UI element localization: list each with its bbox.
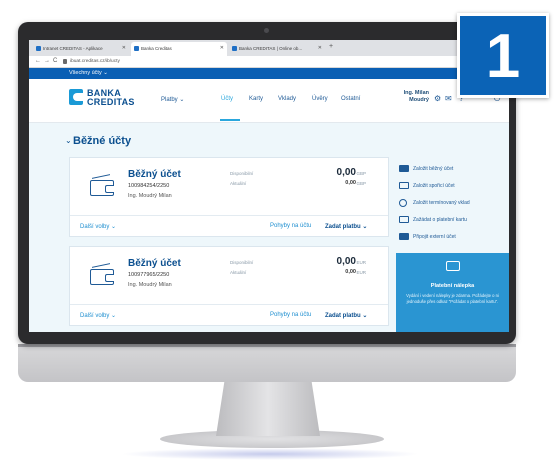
favicon-icon bbox=[232, 46, 237, 51]
browser-tabbar: Intranet CREDITAS - Aplikace ✕ Banka Cre… bbox=[29, 40, 509, 56]
reload-icon[interactable]: C bbox=[53, 58, 57, 64]
nav-loans[interactable]: Úvěry bbox=[312, 96, 328, 102]
monitor-stand bbox=[216, 382, 320, 436]
back-icon[interactable]: ← bbox=[35, 58, 41, 64]
movements-link[interactable]: Pohyby na účtu bbox=[270, 223, 311, 229]
promo-panel[interactable]: Platební nálepka Vydání i vedení nálepky… bbox=[396, 253, 509, 332]
card-icon bbox=[399, 216, 409, 223]
camera-icon bbox=[264, 28, 269, 33]
stage: Intranet CREDITAS - Aplikace ✕ Banka Cre… bbox=[0, 0, 560, 468]
close-icon[interactable]: ✕ bbox=[122, 45, 126, 51]
account-number: 100984254/2250 bbox=[128, 183, 170, 189]
logo-text: CREDITAS bbox=[87, 97, 135, 107]
monitor-chin-edge bbox=[18, 344, 516, 347]
user-name[interactable]: Ing. Milan bbox=[389, 90, 429, 96]
account-owner: Ing. Moudrý Milan bbox=[128, 193, 172, 199]
movements-link[interactable]: Pohyby na účtu bbox=[270, 312, 311, 318]
browser-tab[interactable]: Intranet CREDITAS - Aplikace ✕ bbox=[33, 42, 129, 56]
url-field[interactable]: ibuat.creditas.cz/ib/ucty bbox=[70, 59, 120, 64]
user-name[interactable]: Moudrý bbox=[389, 97, 429, 103]
action-label: Připojit externí účet bbox=[413, 234, 456, 240]
section-title[interactable]: Běžné účty bbox=[73, 135, 131, 147]
sticker-icon bbox=[446, 261, 460, 271]
tip-icon bbox=[399, 233, 409, 240]
screen: Intranet CREDITAS - Aplikace ✕ Banka Cre… bbox=[29, 40, 509, 332]
account-name[interactable]: Běžný účet bbox=[128, 169, 181, 180]
all-accounts-dropdown[interactable]: Všechny účty ⌄ bbox=[69, 70, 108, 76]
mail-icon[interactable]: ✉ bbox=[445, 94, 452, 103]
nav-accounts[interactable]: Účty bbox=[221, 96, 233, 102]
available-balance: 0,00 bbox=[336, 256, 356, 267]
new-tab-button[interactable]: + bbox=[329, 43, 333, 50]
chevron-down-icon[interactable]: ⌄ bbox=[65, 136, 72, 145]
wallet-icon bbox=[90, 269, 114, 285]
more-options-link[interactable]: Další volby ⌄ bbox=[80, 312, 116, 319]
current-balance: 0,00 bbox=[345, 180, 356, 186]
clock-icon bbox=[399, 199, 407, 207]
action-label: Založit spořicí účet bbox=[413, 183, 455, 189]
favicon-icon bbox=[134, 46, 139, 51]
tip-icon bbox=[399, 165, 409, 172]
action-label: Zažádat o platební kartu bbox=[413, 217, 467, 223]
active-tab-underline bbox=[220, 119, 240, 121]
nav-cards[interactable]: Karty bbox=[249, 96, 263, 102]
forward-icon[interactable]: → bbox=[44, 58, 50, 64]
more-options-link[interactable]: Další volby ⌄ bbox=[80, 223, 116, 230]
currency: EUR bbox=[356, 260, 366, 265]
wallet-icon bbox=[90, 180, 114, 196]
step-badge: 1 bbox=[457, 13, 549, 98]
accounts-strip: Všechny účty ⌄ bbox=[29, 68, 509, 79]
savings-icon bbox=[399, 182, 409, 189]
tab-label: Banka Creditas bbox=[141, 46, 172, 51]
available-label: Disponibilní bbox=[230, 171, 254, 176]
monitor-chin bbox=[18, 344, 516, 382]
promo-title: Platební nálepka bbox=[430, 283, 475, 289]
promo-text: Vydání i vedení nálepky je zdarma. Požád… bbox=[406, 293, 499, 304]
step-number: 1 bbox=[485, 22, 521, 91]
close-icon[interactable]: ✕ bbox=[220, 45, 224, 51]
action-label: Založit běžný účet bbox=[413, 166, 454, 172]
tab-label: Intranet CREDITAS - Aplikace bbox=[43, 46, 103, 51]
current-balance: 0,00 bbox=[345, 269, 356, 275]
available-label: Disponibilní bbox=[230, 260, 254, 265]
account-card: Běžný účet 100977965/2250 Ing. Moudrý Mi… bbox=[69, 246, 389, 326]
close-icon[interactable]: ✕ bbox=[318, 45, 322, 51]
new-payment-button[interactable]: Zadat platbu ⌄ bbox=[325, 223, 367, 230]
currency: GBP bbox=[356, 181, 366, 186]
currency: GBP bbox=[356, 171, 366, 176]
tab-label: Banka CREDITAS | Online ob... bbox=[239, 46, 303, 51]
browser-tab[interactable]: Banka CREDITAS | Online ob... ✕ bbox=[229, 42, 325, 56]
current-label: Aktuální bbox=[230, 181, 247, 186]
nav-payments[interactable]: Platby ⌄ bbox=[161, 96, 184, 103]
site-header: BANKA CREDITAS Platby ⌄ Účty Karty Vklad… bbox=[29, 79, 509, 123]
account-name[interactable]: Běžný účet bbox=[128, 258, 181, 269]
card-footer: Další volby ⌄ Pohyby na účtu Zadat platb… bbox=[70, 304, 388, 326]
card-footer: Další volby ⌄ Pohyby na účtu Zadat platb… bbox=[70, 215, 388, 237]
currency: EUR bbox=[356, 270, 366, 275]
current-label: Aktuální bbox=[230, 270, 247, 275]
browser-tab-active[interactable]: Banka Creditas ✕ bbox=[131, 42, 227, 56]
account-card: Běžný účet 100984254/2250 Ing. Moudrý Mi… bbox=[69, 157, 389, 237]
available-balance: 0,00 bbox=[336, 167, 356, 178]
gear-icon[interactable]: ⚙ bbox=[434, 94, 441, 103]
nav-deposits[interactable]: Vklady bbox=[278, 96, 296, 102]
nav-other[interactable]: Ostatní bbox=[341, 96, 360, 102]
account-number: 100977965/2250 bbox=[128, 272, 170, 278]
logo-icon[interactable] bbox=[69, 89, 83, 105]
monitor-shadow bbox=[120, 448, 420, 460]
favicon-icon bbox=[36, 46, 41, 51]
new-payment-button[interactable]: Zadat platbu ⌄ bbox=[325, 312, 367, 319]
action-label: Založit termínovaný vklad bbox=[413, 200, 470, 206]
account-owner: Ing. Moudrý Milan bbox=[128, 282, 172, 288]
lock-icon bbox=[63, 59, 67, 64]
address-bar: ← → C ibuat.creditas.cz/ib/ucty bbox=[29, 56, 509, 68]
